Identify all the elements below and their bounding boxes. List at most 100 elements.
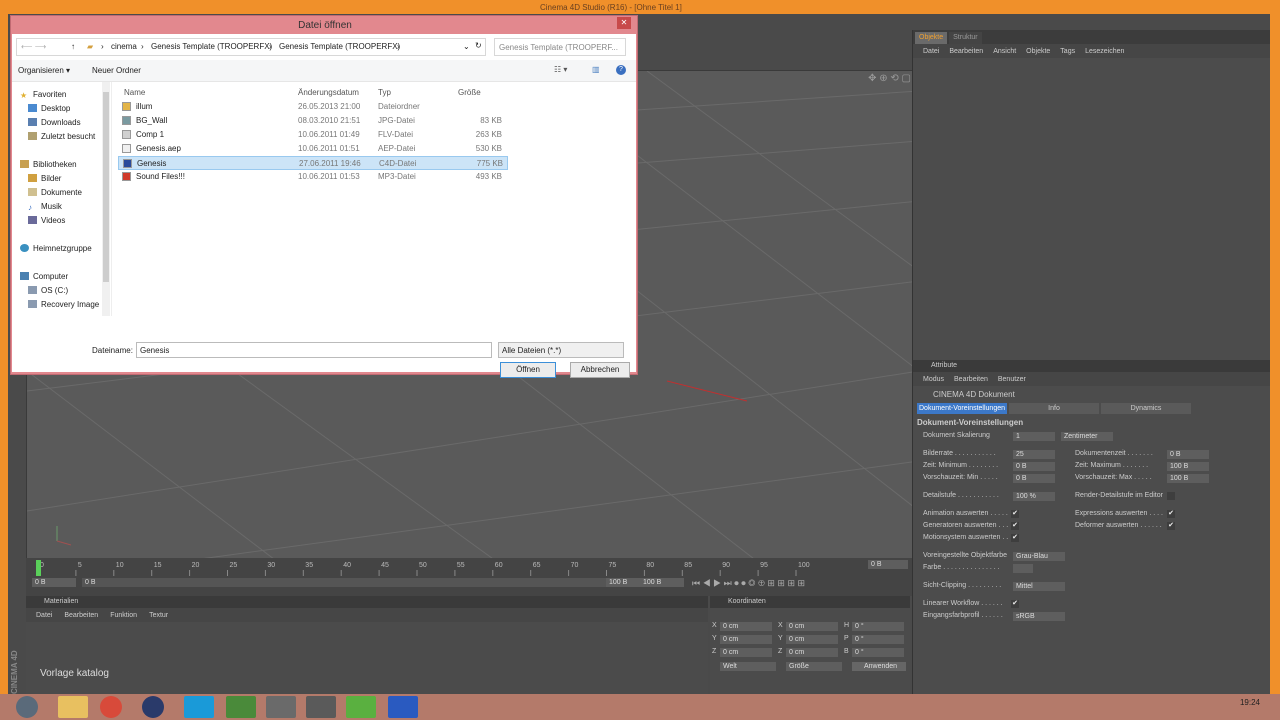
apply-button[interactable]: Anwenden bbox=[852, 662, 906, 671]
menu-edit[interactable]: Bearbeiten bbox=[64, 612, 98, 619]
coord-size-select[interactable]: Größe bbox=[786, 662, 842, 671]
prevmin-field[interactable]: 0 B bbox=[1013, 474, 1055, 483]
coord-size-field[interactable]: 0 cm bbox=[786, 648, 838, 657]
app-taskbar-icon[interactable] bbox=[346, 696, 376, 718]
homegroup-node[interactable]: Heimnetzgruppe bbox=[20, 244, 92, 253]
nav-music[interactable]: ♪ Musik bbox=[28, 202, 62, 212]
chevron-down-icon[interactable]: ⌄ bbox=[463, 42, 470, 51]
nav-desktop[interactable]: Desktop bbox=[28, 104, 70, 113]
address-bar[interactable]: ⟵ ⟶ ↑ ▰ › cinema › Genesis Template (TRO… bbox=[16, 38, 486, 56]
tab-objects[interactable]: Objekte bbox=[915, 32, 948, 44]
menu-file[interactable]: Datei bbox=[36, 612, 52, 619]
file-row[interactable]: Genesis.aep 10.06.2011 01:51 AEP-Datei 530 … bbox=[118, 142, 508, 156]
nav-drive-c[interactable]: OS (C:) bbox=[28, 286, 68, 295]
tab-document-settings[interactable]: Dokument-Voreinstellungen bbox=[917, 403, 1007, 414]
profile-select[interactable]: sRGB bbox=[1013, 612, 1065, 621]
breadcrumb-item[interactable]: Genesis Template (TROOPERFX) bbox=[151, 42, 272, 51]
help-icon[interactable]: ? bbox=[616, 65, 626, 75]
range-slider[interactable]: 0 B bbox=[82, 578, 622, 587]
column-size[interactable]: Größe bbox=[458, 88, 481, 97]
anim-checkbox[interactable]: ✔ bbox=[1011, 510, 1019, 518]
column-type[interactable]: Typ bbox=[378, 88, 391, 97]
menu-mode[interactable]: Modus bbox=[923, 376, 944, 383]
menu-tags[interactable]: Tags bbox=[1060, 48, 1075, 55]
column-date[interactable]: Änderungsdatum bbox=[298, 88, 359, 97]
renderlod-checkbox[interactable] bbox=[1167, 492, 1175, 500]
search-input[interactable]: Genesis Template (TROOPERF... bbox=[494, 38, 626, 56]
view-options-icon[interactable]: ☷ ▾ bbox=[554, 65, 567, 74]
preview-pane-icon[interactable]: ▥ bbox=[592, 65, 600, 74]
coord-mode-select[interactable]: Welt bbox=[720, 662, 776, 671]
prevmax-field[interactable]: 100 B bbox=[1167, 474, 1209, 483]
filetype-select[interactable]: Alle Dateien (*.*) bbox=[498, 342, 624, 358]
menu-edit[interactable]: Bearbeiten bbox=[954, 376, 988, 383]
scale-field[interactable]: 1 bbox=[1013, 432, 1055, 441]
tab-structure[interactable]: Struktur bbox=[949, 32, 982, 44]
minecraft-taskbar-icon[interactable] bbox=[226, 696, 256, 718]
organize-button[interactable]: Organisieren ▾ bbox=[18, 66, 70, 75]
cinema4d-taskbar-icon[interactable] bbox=[388, 696, 418, 718]
doctime-field[interactable]: 0 B bbox=[1167, 450, 1209, 459]
close-button[interactable]: ✕ bbox=[617, 17, 631, 29]
timeline[interactable]: 0 5 10 15 20 25 30 35 40 45 50 55 60 65 70 75 80 85 90 95 10… bbox=[26, 558, 912, 596]
tab-dynamics[interactable]: Dynamics bbox=[1101, 403, 1191, 414]
menu-texture[interactable]: Textur bbox=[149, 612, 168, 619]
objcolor-select[interactable]: Grau-Blau bbox=[1013, 552, 1065, 561]
favorites-node[interactable]: ★ Favoriten bbox=[20, 90, 66, 100]
back-forward-icons[interactable]: ⟵ ⟶ bbox=[21, 42, 46, 51]
linear-checkbox[interactable]: ✔ bbox=[1011, 600, 1019, 608]
chrome-taskbar-icon[interactable] bbox=[100, 696, 122, 718]
coord-rotation-field[interactable]: 0 ° bbox=[852, 622, 904, 631]
file-row[interactable]: BG_Wall 08.03.2010 21:51 JPG-Datei 83 KB bbox=[118, 114, 508, 128]
gen-checkbox[interactable]: ✔ bbox=[1011, 522, 1019, 530]
up-icon[interactable]: ↑ bbox=[71, 42, 75, 51]
app-taskbar-icon[interactable] bbox=[142, 696, 164, 718]
coord-position-field[interactable]: 0 cm bbox=[720, 635, 772, 644]
maxtime-field[interactable]: 100 B bbox=[1167, 462, 1209, 471]
explorer-taskbar-icon[interactable] bbox=[58, 696, 88, 718]
nav-downloads[interactable]: Downloads bbox=[28, 118, 81, 127]
skype-taskbar-icon[interactable] bbox=[184, 696, 214, 718]
menu-bookmarks[interactable]: Lesezeichen bbox=[1085, 48, 1124, 55]
refresh-icon[interactable]: ↻ bbox=[475, 41, 482, 50]
coord-rotation-field[interactable]: 0 ° bbox=[852, 635, 904, 644]
nav-documents[interactable]: Dokumente bbox=[28, 188, 82, 197]
computer-node[interactable]: Computer bbox=[20, 272, 68, 281]
new-folder-button[interactable]: Neuer Ordner bbox=[92, 66, 141, 75]
coord-position-field[interactable]: 0 cm bbox=[720, 648, 772, 657]
breadcrumb-item[interactable]: Genesis Template (TROOPERFX) bbox=[279, 42, 400, 51]
menu-edit[interactable]: Bearbeiten bbox=[949, 48, 983, 55]
menu-file[interactable]: Datei bbox=[923, 48, 939, 55]
breadcrumb-item[interactable]: cinema bbox=[111, 42, 137, 51]
menu-user[interactable]: Benutzer bbox=[998, 376, 1026, 383]
motion-checkbox[interactable]: ✔ bbox=[1011, 534, 1019, 542]
start-frame-field[interactable]: 0 B bbox=[32, 578, 76, 587]
fps-field[interactable]: 25 bbox=[1013, 450, 1055, 459]
deform-checkbox[interactable]: ✔ bbox=[1167, 522, 1175, 530]
playback-controls[interactable]: ⏮ ◀ ▶ ⏭ ⏺ ⏺ ◎ ⊕ ⊞ ⊞ ⊞ ⊞ bbox=[692, 578, 805, 589]
menu-function[interactable]: Funktion bbox=[110, 612, 137, 619]
file-row[interactable]: Sound Files!!! 10.06.2011 01:53 MP3-Datei 4… bbox=[118, 170, 508, 184]
color-swatch[interactable] bbox=[1013, 564, 1033, 573]
mintime-field[interactable]: 0 B bbox=[1013, 462, 1055, 471]
nav-recent[interactable]: Zuletzt besucht bbox=[28, 132, 95, 141]
clip-select[interactable]: Mittel bbox=[1013, 582, 1065, 591]
coord-size-field[interactable]: 0 cm bbox=[786, 622, 838, 631]
column-name[interactable]: Name bbox=[124, 88, 145, 97]
nav-videos[interactable]: Videos bbox=[28, 216, 65, 225]
cancel-button[interactable]: Abbrechen bbox=[570, 362, 630, 378]
nav-recovery[interactable]: Recovery Image ( bbox=[28, 300, 104, 309]
menu-view[interactable]: Ansicht bbox=[993, 48, 1016, 55]
expr-checkbox[interactable]: ✔ bbox=[1167, 510, 1175, 518]
nav-pictures[interactable]: Bilder bbox=[28, 174, 61, 183]
app-taskbar-icon[interactable] bbox=[306, 696, 336, 718]
open-button[interactable]: Öffnen bbox=[500, 362, 556, 378]
libraries-node[interactable]: Bibliotheken bbox=[20, 160, 77, 169]
coord-position-field[interactable]: 0 cm bbox=[720, 622, 772, 631]
coord-size-field[interactable]: 0 cm bbox=[786, 635, 838, 644]
nav-scrollbar[interactable] bbox=[102, 82, 110, 316]
filename-input[interactable]: Genesis bbox=[136, 342, 492, 358]
tab-info[interactable]: Info bbox=[1009, 403, 1099, 414]
start-button[interactable] bbox=[16, 696, 38, 718]
max-frame-field[interactable]: 100 B bbox=[640, 578, 684, 587]
